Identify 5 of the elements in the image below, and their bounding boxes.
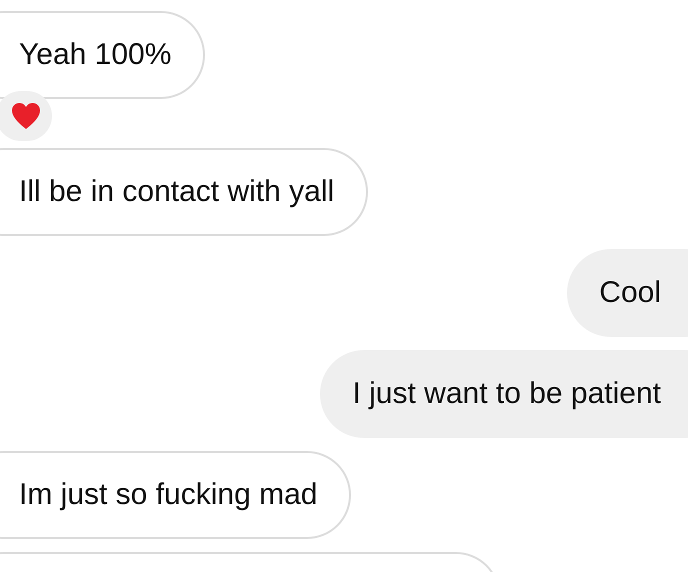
message-bubble: Im just so fucking mad xyxy=(0,451,352,539)
message-bubble: Cool xyxy=(567,249,688,337)
message-bubble: Ill be in contact with yall xyxy=(0,148,368,236)
message-bubble: I just want to be patient xyxy=(320,350,688,438)
message-bubble: Yeah 100% xyxy=(0,11,206,99)
